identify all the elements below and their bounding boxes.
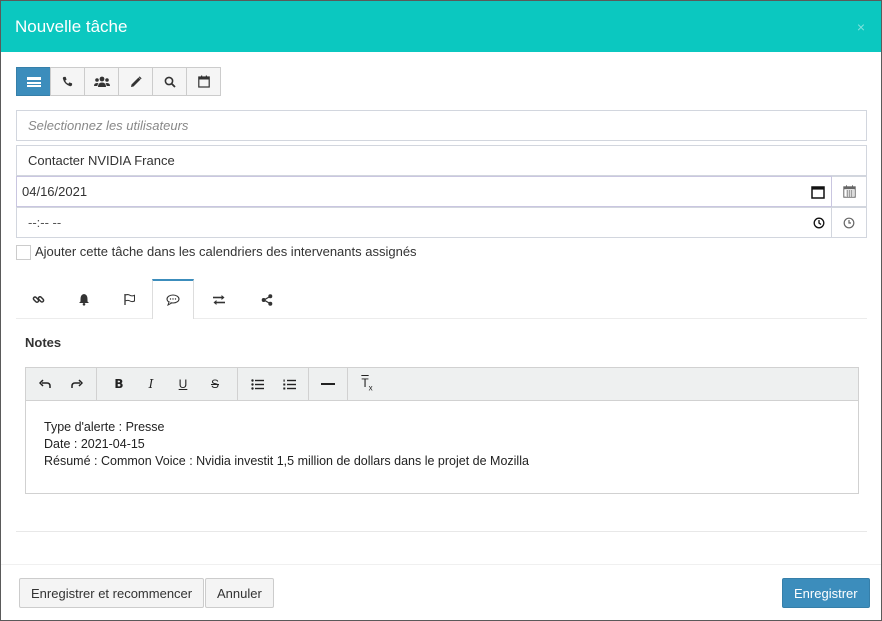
task-type-call-button[interactable] <box>50 67 85 96</box>
detail-tabs <box>16 279 867 319</box>
link-icon <box>32 296 45 303</box>
footer-divider <box>1 564 881 565</box>
bullet-list-icon <box>250 378 264 390</box>
redo-icon <box>71 379 83 388</box>
users-icon <box>93 76 110 87</box>
share-icon <box>261 293 272 306</box>
list-icon <box>26 76 41 87</box>
horizontal-rule-button[interactable] <box>312 370 344 398</box>
date-addon[interactable] <box>832 176 867 207</box>
time-value: --:-- -- <box>28 215 62 230</box>
flag-icon <box>124 294 135 305</box>
save-button[interactable]: Enregistrer <box>782 578 870 608</box>
phone-icon <box>62 76 73 87</box>
clock-picker-icon[interactable] <box>813 217 825 229</box>
date-value: 04/16/2021 <box>22 184 88 199</box>
pencil-icon <box>130 75 142 87</box>
date-input[interactable]: 04/16/2021 <box>16 176 832 207</box>
notes-content[interactable]: Type d'alerte : Presse Date : 2021-04-15… <box>26 401 858 488</box>
italic-button[interactable]: I <box>135 370 167 398</box>
bold-button[interactable]: B <box>103 370 135 398</box>
tab-links[interactable] <box>16 280 61 319</box>
clock-icon <box>843 217 855 228</box>
users-select-input[interactable]: Selectionnez les utilisateurs <box>16 110 867 141</box>
redo-button[interactable] <box>61 370 93 398</box>
notes-line: Date : 2021-04-15 <box>44 437 145 451</box>
tab-flag[interactable] <box>107 280 152 319</box>
clear-format-icon: Tx <box>361 375 373 393</box>
editor-toolbar: B I U S Tx <box>26 367 858 401</box>
tab-alerts[interactable] <box>61 280 107 319</box>
modal-title: Nouvelle tâche <box>15 16 128 36</box>
format-group: B I U S <box>97 367 238 401</box>
task-type-toolbar <box>16 67 221 96</box>
add-to-calendar-checkbox[interactable] <box>16 245 31 260</box>
notes-editor: B I U S Tx Type d'alerte: Presse Date:… <box>25 367 859 494</box>
notes-line: Type d'alerte : Presse <box>44 420 165 434</box>
clear-group: Tx <box>348 368 386 401</box>
close-icon[interactable]: × <box>857 19 865 35</box>
insert-group <box>309 367 348 401</box>
time-row: --:-- -- <box>16 207 867 238</box>
bell-icon <box>79 294 89 306</box>
task-type-search-button[interactable] <box>152 67 187 96</box>
tab-share[interactable] <box>244 280 289 319</box>
date-row: 04/16/2021 <box>16 176 867 207</box>
bullet-list-button[interactable] <box>241 370 273 398</box>
calendar-picker-icon[interactable] <box>811 185 825 199</box>
section-divider <box>16 531 867 532</box>
undo-icon <box>39 379 51 388</box>
cancel-button[interactable]: Annuler <box>205 578 274 608</box>
numbered-list-button[interactable] <box>273 370 305 398</box>
add-to-calendar-label: Ajouter cette tâche dans les calendriers… <box>35 244 417 259</box>
clear-format-button[interactable]: Tx <box>351 370 383 398</box>
task-type-general-button[interactable] <box>16 67 51 96</box>
strikethrough-button[interactable]: S <box>199 370 231 398</box>
tab-transfer[interactable] <box>194 280 244 319</box>
time-addon[interactable] <box>832 207 867 238</box>
modal-header: Nouvelle tâche × <box>1 1 881 52</box>
notes-label: Notes <box>25 335 62 350</box>
calendar-icon <box>197 75 210 88</box>
new-task-modal: Nouvelle tâche × Selectionnez les utilis… <box>0 0 882 621</box>
numbered-list-icon <box>282 379 296 389</box>
subject-input[interactable]: Contacter NVIDIA France <box>16 145 867 176</box>
list-group <box>238 367 309 401</box>
exchange-icon <box>213 294 225 305</box>
horizontal-rule-icon <box>321 383 335 385</box>
tab-notes[interactable] <box>152 279 194 319</box>
undo-button[interactable] <box>29 370 61 398</box>
task-type-note-button[interactable] <box>118 67 153 96</box>
save-and-new-button[interactable]: Enregistrer et recommencer <box>19 578 205 608</box>
history-group <box>26 367 97 401</box>
notes-line: Résumé : Common Voice : Nvidia investit … <box>44 454 529 468</box>
task-type-calendar-button[interactable] <box>186 67 221 96</box>
search-icon <box>164 76 176 88</box>
task-type-meeting-button[interactable] <box>84 67 119 96</box>
add-to-calendar-row: Ajouter cette tâche dans les calendriers… <box>16 243 417 260</box>
calendar-icon <box>842 185 856 198</box>
time-input[interactable]: --:-- -- <box>16 207 832 238</box>
underline-button[interactable]: U <box>167 370 199 398</box>
comment-icon <box>166 294 180 306</box>
